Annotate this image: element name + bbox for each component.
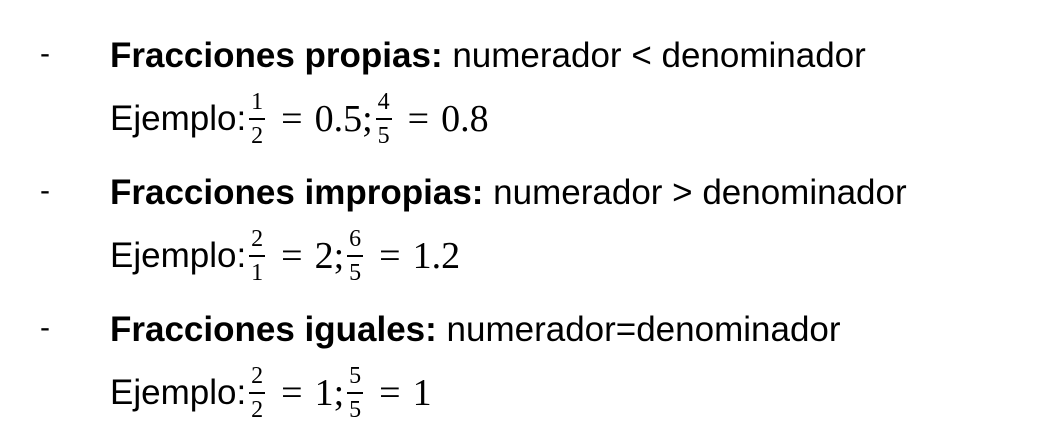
bullet-item-proper-fractions: - Fracciones propias: numerador < denomi… xyxy=(0,14,1046,154)
separator: ; xyxy=(333,235,345,277)
numerator: 4 xyxy=(377,89,390,115)
example-label: Ejemplo: xyxy=(110,373,247,412)
numerator: 1 xyxy=(251,89,264,115)
decimal-value: 1 xyxy=(412,372,432,414)
equals-sign: = xyxy=(281,98,303,140)
definition-line: Fracciones iguales: numerador=denominado… xyxy=(110,310,841,350)
denominator: 2 xyxy=(251,123,264,149)
denominator: 2 xyxy=(251,397,264,423)
term-heading: Fracciones impropias: xyxy=(110,173,484,212)
example-line: Ejemplo: 1 2 = 0.5 ; 4 5 = 0.8 xyxy=(110,84,489,154)
term-heading: Fracciones iguales: xyxy=(110,310,437,349)
bullet-item-equal-fractions: - Fracciones iguales: numerador=denomina… xyxy=(0,288,1046,428)
decimal-value: 2 xyxy=(314,235,334,277)
definition-line: Fracciones propias: numerador < denomina… xyxy=(110,36,866,76)
decimal-value: 0.5 xyxy=(314,98,363,140)
bullet-dash: - xyxy=(40,174,50,207)
example-line: Ejemplo: 2 2 = 1 ; 5 5 = 1 xyxy=(110,358,432,428)
example-line: Ejemplo: 2 1 = 2 ; 6 5 = 1.2 xyxy=(110,221,460,291)
numerator: 2 xyxy=(251,363,264,389)
separator: ; xyxy=(362,98,373,140)
example-label: Ejemplo: xyxy=(110,99,247,138)
numerator: 2 xyxy=(251,226,264,252)
denominator: 5 xyxy=(377,123,390,149)
equals-sign: = xyxy=(281,235,303,277)
fraction: 1 2 xyxy=(249,88,266,150)
denominator: 5 xyxy=(349,260,362,286)
decimal-value: 1 xyxy=(314,372,334,414)
decimal-value: 0.8 xyxy=(441,98,489,140)
definition-text: numerador > denominador xyxy=(483,173,907,212)
example-label: Ejemplo: xyxy=(110,236,247,275)
separator: ; xyxy=(333,372,345,414)
bullet-dash: - xyxy=(40,37,50,70)
equals-sign: = xyxy=(281,372,303,414)
definition-line: Fracciones impropias: numerador > denomi… xyxy=(110,173,907,213)
equals-sign: = xyxy=(407,98,430,140)
numerator: 6 xyxy=(349,226,362,252)
bullet-dash: - xyxy=(40,311,50,344)
fraction: 6 5 xyxy=(347,225,364,287)
denominator: 5 xyxy=(349,397,362,423)
decimal-value: 1.2 xyxy=(412,235,461,277)
denominator: 1 xyxy=(251,260,264,286)
definition-text: numerador < denominador xyxy=(442,36,866,75)
equals-sign: = xyxy=(379,235,401,277)
fraction: 5 5 xyxy=(347,362,364,424)
definition-text: numerador=denominador xyxy=(436,310,841,349)
numerator: 5 xyxy=(349,363,362,389)
term-heading: Fracciones propias: xyxy=(110,36,443,75)
bullet-item-improper-fractions: - Fracciones impropias: numerador > deno… xyxy=(0,151,1046,291)
fraction: 2 2 xyxy=(249,362,266,424)
fraction: 4 5 xyxy=(375,88,392,150)
fraction: 2 1 xyxy=(249,225,266,287)
equals-sign: = xyxy=(379,372,401,414)
